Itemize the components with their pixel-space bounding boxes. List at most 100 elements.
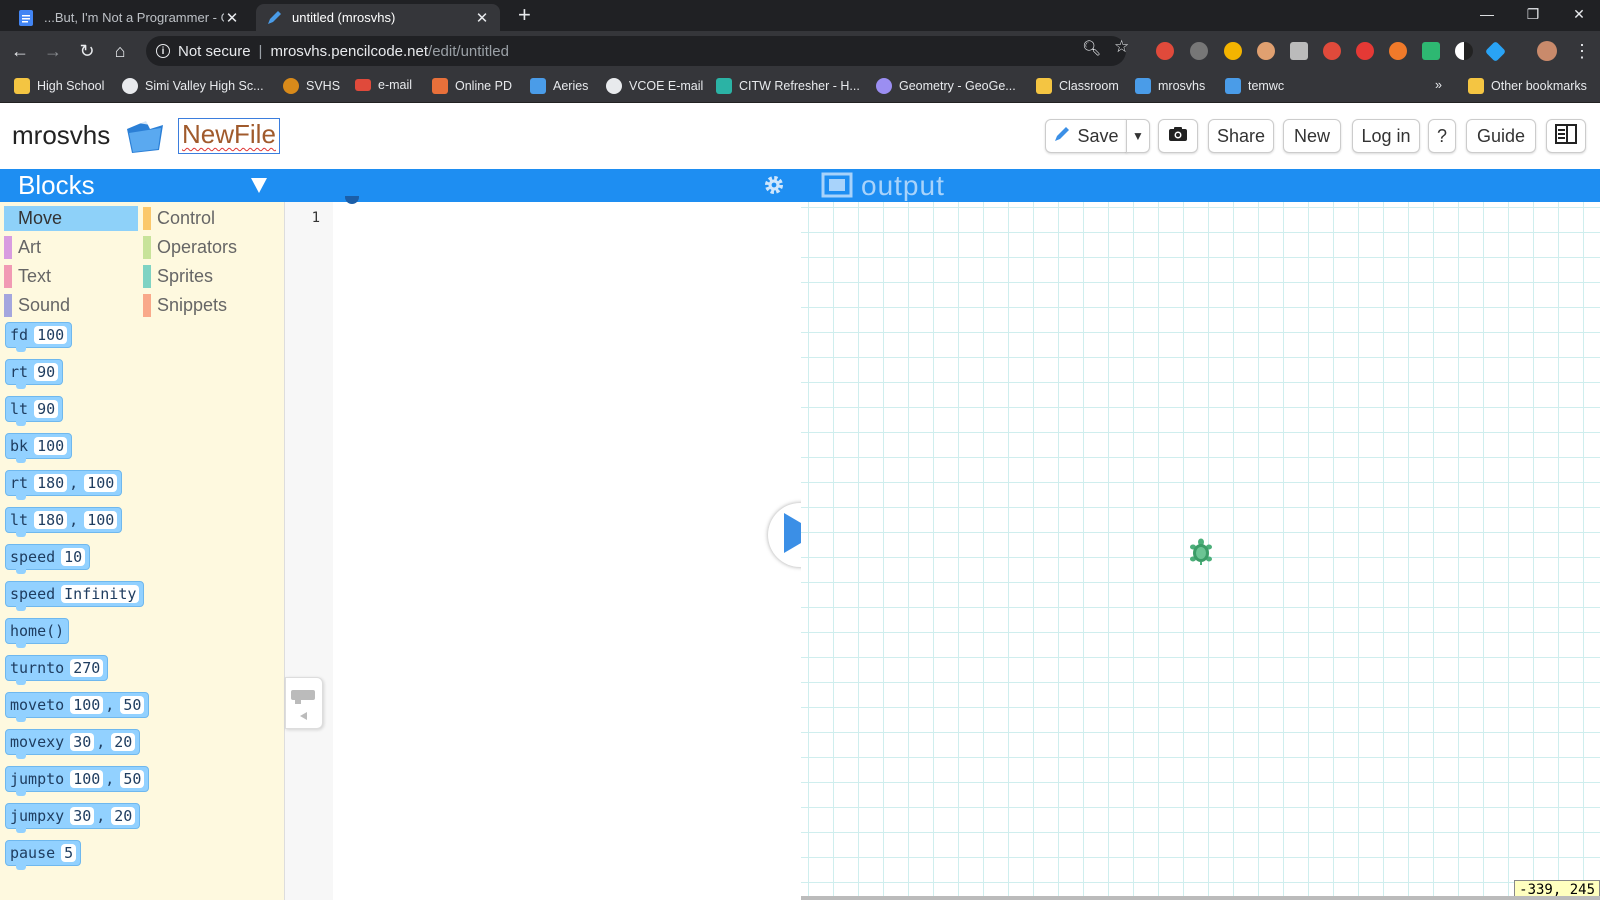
block-argument[interactable]: 100 (34, 326, 67, 344)
browser-tab-docs[interactable]: ...But, I'm Not a Programmer - G ✕ (8, 4, 250, 31)
category-sprites[interactable]: Sprites (143, 264, 281, 289)
extension-icon[interactable] (1485, 41, 1506, 62)
block-movexy[interactable]: movexy30,20 (5, 729, 140, 755)
bookmark-aeries[interactable]: Aeries (530, 78, 588, 94)
block-moveto[interactable]: moveto100,50 (5, 692, 149, 718)
extension-icon[interactable] (1190, 42, 1208, 60)
block-speed[interactable]: speedInfinity (5, 581, 144, 607)
bookmark-mrosvhs[interactable]: mrosvhs (1135, 78, 1205, 94)
block-argument[interactable]: 20 (111, 807, 135, 825)
extension-icon[interactable] (1323, 42, 1341, 60)
code-editor[interactable] (333, 202, 801, 900)
guide-button[interactable]: Guide (1466, 119, 1536, 153)
bookmark-high-school[interactable]: High School (14, 78, 104, 94)
block-pause[interactable]: pause5 (5, 840, 81, 866)
browser-menu-icon[interactable]: ⋮ (1570, 39, 1594, 63)
zoom-icon[interactable]: 🔍︎ (1082, 39, 1101, 57)
blocks-toggle[interactable]: Blocks (0, 169, 285, 202)
toggle-layout-button[interactable] (1546, 119, 1586, 153)
block-argument[interactable]: 5 (61, 844, 76, 862)
block-argument[interactable]: 100 (34, 437, 67, 455)
block-argument[interactable]: 180 (34, 511, 67, 529)
share-button[interactable]: Share (1208, 119, 1274, 153)
category-text[interactable]: Text (4, 264, 138, 289)
site-name[interactable]: mrosvhs (12, 120, 110, 151)
block-argument[interactable]: 20 (111, 733, 135, 751)
bookmark-temwc[interactable]: temwc (1225, 78, 1284, 94)
block-fd[interactable]: fd100 (5, 322, 72, 348)
toggle-text-blocks-button[interactable] (285, 677, 323, 729)
block-argument[interactable]: 270 (70, 659, 103, 677)
block-argument[interactable]: 90 (34, 400, 58, 418)
bookmark-svhs[interactable]: SVHS (283, 78, 340, 94)
minimize-window-button[interactable]: — (1464, 0, 1510, 28)
block-home[interactable]: home() (5, 618, 69, 644)
block-turnto[interactable]: turnto270 (5, 655, 108, 681)
reload-icon[interactable]: ↻ (75, 39, 99, 63)
category-art[interactable]: Art (4, 235, 138, 260)
extension-icon[interactable] (1224, 42, 1242, 60)
close-tab-icon[interactable]: ✕ (224, 9, 240, 27)
restore-window-button[interactable]: ❐ (1510, 0, 1556, 28)
block-argument[interactable]: 90 (34, 363, 58, 381)
profile-avatar[interactable] (1537, 41, 1557, 61)
category-sound[interactable]: Sound (4, 293, 138, 318)
category-move[interactable]: Move (4, 206, 138, 231)
bookmark-simi-valley[interactable]: Simi Valley High Sc... (122, 78, 264, 94)
home-icon[interactable]: ⌂ (108, 39, 132, 63)
new-tab-button[interactable]: + (518, 2, 531, 28)
block-argument[interactable]: 10 (61, 548, 85, 566)
more-bookmarks-button[interactable]: » (1435, 78, 1442, 92)
block-argument[interactable]: 100 (84, 474, 117, 492)
output-scrollbar[interactable] (801, 896, 1600, 900)
block-argument[interactable]: 50 (120, 696, 144, 714)
close-window-button[interactable]: ✕ (1556, 0, 1600, 28)
block-jumpto[interactable]: jumpto100,50 (5, 766, 149, 792)
login-button[interactable]: Log in (1352, 119, 1420, 153)
block-lt[interactable]: lt180,100 (5, 507, 122, 533)
extension-icon[interactable] (1356, 42, 1374, 60)
bookmark-vcoe-email[interactable]: VCOE E-mail (606, 78, 703, 94)
category-operators[interactable]: Operators (143, 235, 281, 260)
bookmark-online-pd[interactable]: Online PD (432, 78, 512, 94)
block-argument[interactable]: 30 (70, 807, 94, 825)
block-rt[interactable]: rt180,100 (5, 470, 122, 496)
extension-icon[interactable] (1290, 42, 1308, 60)
block-argument[interactable]: 100 (70, 770, 103, 788)
address-bar[interactable]: i Not secure | mrosvhs.pencilcode.net /e… (146, 36, 1126, 66)
block-argument[interactable]: 180 (34, 474, 67, 492)
info-icon[interactable]: i (156, 44, 170, 58)
bookmark-classroom[interactable]: Classroom (1036, 78, 1119, 94)
close-tab-icon[interactable]: ✕ (474, 9, 490, 27)
block-speed[interactable]: speed10 (5, 544, 90, 570)
forward-arrow-icon[interactable]: → (41, 39, 65, 63)
browser-tab-pencilcode[interactable]: untitled (mrosvhs) ✕ (256, 4, 500, 31)
block-argument[interactable]: 50 (120, 770, 144, 788)
extension-icon[interactable] (1156, 42, 1174, 60)
extension-icon[interactable] (1389, 42, 1407, 60)
other-bookmarks[interactable]: Other bookmarks (1468, 78, 1587, 94)
block-bk[interactable]: bk100 (5, 433, 72, 459)
gear-icon[interactable] (763, 174, 785, 201)
bookmark-geometry[interactable]: Geometry - GeoGe... (876, 78, 1016, 94)
save-button[interactable]: Save (1045, 119, 1127, 153)
extension-icon[interactable] (1422, 42, 1440, 60)
folder-logo-icon[interactable] (124, 117, 166, 160)
bookmark-star-icon[interactable]: ☆ (1114, 37, 1129, 57)
block-argument[interactable]: 30 (70, 733, 94, 751)
bookmark-citw[interactable]: CITW Refresher - H... (716, 78, 860, 94)
block-argument[interactable]: 100 (84, 511, 117, 529)
fullscreen-icon[interactable] (821, 172, 853, 205)
new-button[interactable]: New (1283, 119, 1341, 153)
screenshot-button[interactable] (1158, 119, 1198, 153)
extension-icon[interactable] (1257, 42, 1275, 60)
chevron-down-icon[interactable] (251, 178, 267, 193)
dark-mode-extension-icon[interactable] (1455, 42, 1473, 60)
filename-input[interactable]: NewFile (178, 118, 280, 154)
block-argument[interactable]: Infinity (61, 585, 139, 603)
category-control[interactable]: Control (143, 206, 281, 231)
back-arrow-icon[interactable]: ← (8, 39, 32, 63)
block-argument[interactable]: 100 (70, 696, 103, 714)
block-rt[interactable]: rt90 (5, 359, 63, 385)
bookmark-email[interactable]: e-mail (355, 78, 412, 92)
